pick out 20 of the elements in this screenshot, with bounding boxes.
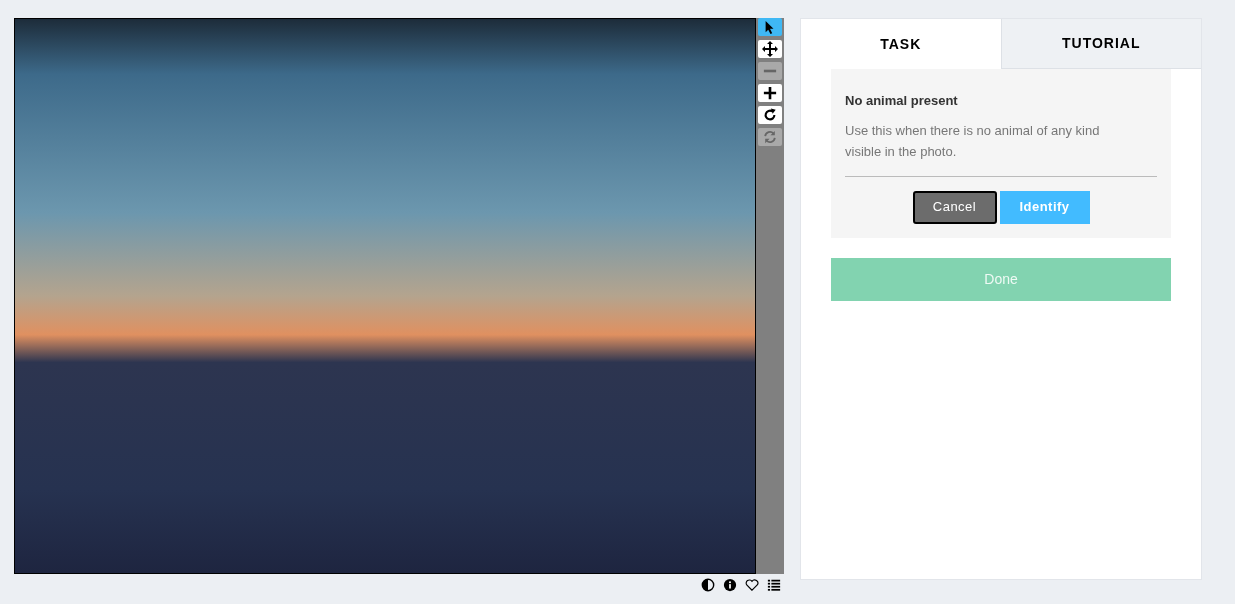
info-button[interactable] [722, 578, 738, 592]
metadata-button[interactable] [766, 578, 782, 592]
rotate-icon [763, 108, 777, 122]
list-icon [767, 578, 781, 592]
tool-button[interactable] [758, 18, 782, 36]
plus-icon [763, 86, 777, 100]
tool-button[interactable] [758, 106, 782, 124]
answer-description: Use this when there is no animal of any kind visible in the photo. [845, 121, 1101, 161]
info-icon [723, 578, 737, 592]
move-icon [762, 41, 778, 57]
invert-button[interactable] [700, 578, 716, 592]
answer-title: No animal present [845, 92, 959, 110]
tool-button[interactable] [758, 40, 782, 58]
tab[interactable]: TUTORIAL [1000, 19, 1201, 69]
contrast-icon [701, 578, 715, 592]
tool-button[interactable] [758, 84, 782, 102]
refresh-icon [763, 130, 777, 144]
favourite-button[interactable] [744, 578, 760, 592]
cancel-button[interactable]: Cancel [912, 190, 997, 224]
heart-icon [745, 578, 759, 592]
